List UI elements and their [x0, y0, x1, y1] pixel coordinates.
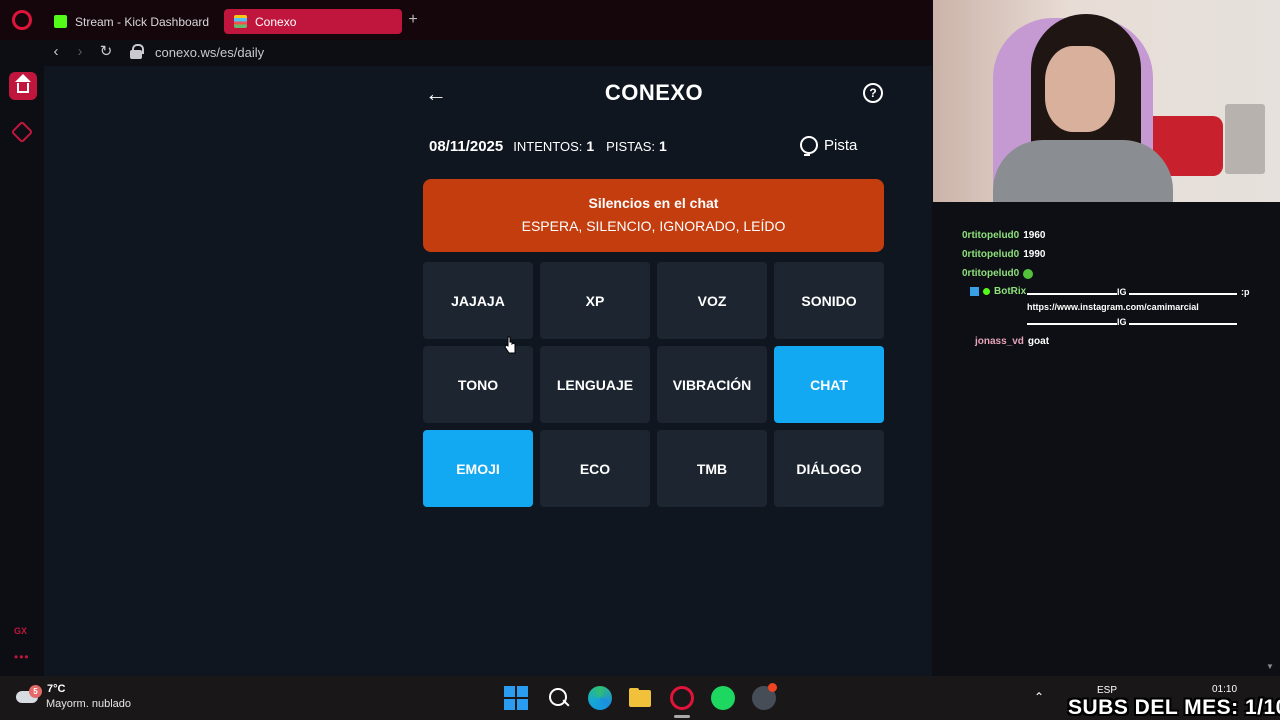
- lock-icon: [130, 44, 144, 60]
- clock[interactable]: 01:10: [1212, 684, 1237, 695]
- address-bar: ‹ › ↻ conexo.ws/es/daily: [0, 40, 932, 66]
- bot-badge-icon: [970, 287, 979, 296]
- chat-link: https://www.instagram.com/camimarcial: [1027, 302, 1199, 312]
- word-tile[interactable]: CHAT: [774, 346, 884, 423]
- chat-username: BotRix: [994, 286, 1027, 297]
- word-tile[interactable]: SONIDO: [774, 262, 884, 339]
- help-icon[interactable]: ?: [863, 83, 883, 103]
- webcam-feed: [933, 0, 1280, 202]
- new-tab-button[interactable]: +: [404, 11, 422, 29]
- hand-cursor-icon: [504, 336, 516, 354]
- conexo-favicon-icon: [234, 15, 247, 28]
- more-icon[interactable]: •••: [14, 650, 30, 664]
- chat-message: 0rtitopelud0: [962, 268, 1034, 279]
- game-date: 08/11/2025: [429, 138, 504, 155]
- word-grid: JAJAJA XP VOZ SONIDO TONO LENGUAJE VIBRACIÓN CH…: [423, 262, 884, 507]
- word-tile[interactable]: DIÁLOGO: [774, 430, 884, 507]
- conexo-page: ← CONEXO ? 08/11/2025 INTENTOS: 1 PISTAS…: [44, 66, 932, 676]
- gx-label[interactable]: GX: [14, 626, 27, 636]
- weather-icon[interactable]: 5: [16, 685, 42, 703]
- chat-text: goat: [1027, 336, 1050, 347]
- word-tile[interactable]: XP: [540, 262, 650, 339]
- attempts-value: 1: [586, 138, 595, 154]
- solved-group-words: ESPERA, SILENCIO, IGNORADO, LEÍDO: [521, 218, 786, 234]
- steam-icon[interactable]: [752, 683, 777, 710]
- game-info: 08/11/2025 INTENTOS: 1 PISTAS: 1: [429, 138, 675, 155]
- browser-sidebar: GX •••: [0, 66, 44, 676]
- subs-overlay: SUBS DEL MES: 1/10: [1068, 696, 1280, 719]
- ig-tag: IG: [1117, 287, 1127, 297]
- active-indicator: [674, 715, 690, 718]
- word-tile[interactable]: LENGUAJE: [540, 346, 650, 423]
- word-tile[interactable]: VOZ: [657, 262, 767, 339]
- hint-button[interactable]: Pista: [800, 136, 858, 156]
- page-title: CONEXO: [604, 80, 704, 105]
- chat-username: 0rtitopelud0: [962, 268, 1020, 279]
- tab-kick-dashboard[interactable]: Stream - Kick Dashboard: [44, 9, 220, 34]
- hints-value: 1: [659, 138, 667, 154]
- word-tile[interactable]: TONO: [423, 346, 533, 423]
- chat-text: https://www.instagram.com/camimarcial: [1027, 302, 1199, 312]
- home-icon[interactable]: [9, 72, 37, 100]
- chat-message: jonass_vd goat: [975, 336, 1049, 347]
- browser-tab-bar: Stream - Kick Dashboard Conexo +: [0, 0, 932, 40]
- ig-suffix: :p: [1241, 287, 1250, 297]
- tab-conexo[interactable]: Conexo: [224, 9, 402, 34]
- search-icon[interactable]: [547, 686, 571, 710]
- screen: Stream - Kick Dashboard Conexo + ‹ › ↻ c…: [0, 0, 1280, 720]
- tab-label: Stream - Kick Dashboard: [75, 14, 210, 29]
- chat-text: 1990: [1023, 249, 1046, 260]
- word-tile[interactable]: EMOJI: [423, 430, 533, 507]
- reload-icon[interactable]: ↻: [96, 42, 116, 62]
- gx-corner-icon[interactable]: [10, 120, 34, 144]
- divider: [1129, 323, 1237, 325]
- opera-logo-icon[interactable]: [12, 10, 32, 30]
- verified-dot-icon: [983, 288, 990, 295]
- forward-icon[interactable]: ›: [70, 42, 90, 62]
- back-arrow-icon[interactable]: ←: [424, 82, 448, 106]
- weather-badge: 5: [29, 685, 42, 698]
- weather-description: Mayorm. nublado: [46, 698, 131, 710]
- hints-label: PISTAS:: [606, 139, 656, 154]
- windows-start-icon[interactable]: [504, 686, 528, 710]
- attempts-label: INTENTOS:: [513, 139, 583, 154]
- kick-icon: [54, 15, 67, 28]
- chat-message: 0rtitopelud0 1990: [962, 249, 1045, 260]
- url-field[interactable]: conexo.ws/es/daily: [155, 45, 264, 60]
- language-indicator[interactable]: ESP: [1097, 685, 1117, 696]
- back-icon[interactable]: ‹: [46, 42, 66, 62]
- word-tile[interactable]: JAJAJA: [423, 262, 533, 339]
- word-tile[interactable]: ECO: [540, 430, 650, 507]
- solved-group-banner: Silencios en el chat ESPERA, SILENCIO, I…: [423, 179, 884, 252]
- edge-icon[interactable]: [588, 686, 612, 710]
- solved-group-title: Silencios en el chat: [588, 195, 719, 211]
- temperature: 7°C: [47, 683, 66, 695]
- divider: [1027, 323, 1117, 325]
- chat-message: 0rtitopelud0 1960: [962, 230, 1045, 241]
- spotify-icon[interactable]: [711, 686, 735, 710]
- divider: [1027, 293, 1117, 295]
- tab-label: Conexo: [255, 14, 297, 29]
- word-tile[interactable]: TMB: [657, 430, 767, 507]
- opera-gx-icon[interactable]: [670, 686, 694, 710]
- ig-tag: IG: [1117, 317, 1127, 327]
- hint-button-label: Pista: [824, 136, 858, 154]
- green-emote-icon: [1023, 269, 1034, 279]
- lightbulb-icon: [800, 136, 818, 156]
- divider: [1129, 293, 1237, 295]
- chat-username: jonass_vd: [975, 336, 1024, 347]
- chat-username: 0rtitopelud0: [962, 230, 1020, 241]
- scroll-down-icon[interactable]: ▼: [1266, 662, 1274, 671]
- word-tile[interactable]: VIBRACIÓN: [657, 346, 767, 423]
- chat-username: 0rtitopelud0: [962, 249, 1020, 260]
- chat-message: BotRix: [970, 286, 1026, 297]
- tray-chevron-icon[interactable]: ⌃: [1034, 690, 1044, 704]
- file-explorer-icon[interactable]: [629, 686, 653, 710]
- chat-text: 1960: [1023, 230, 1046, 241]
